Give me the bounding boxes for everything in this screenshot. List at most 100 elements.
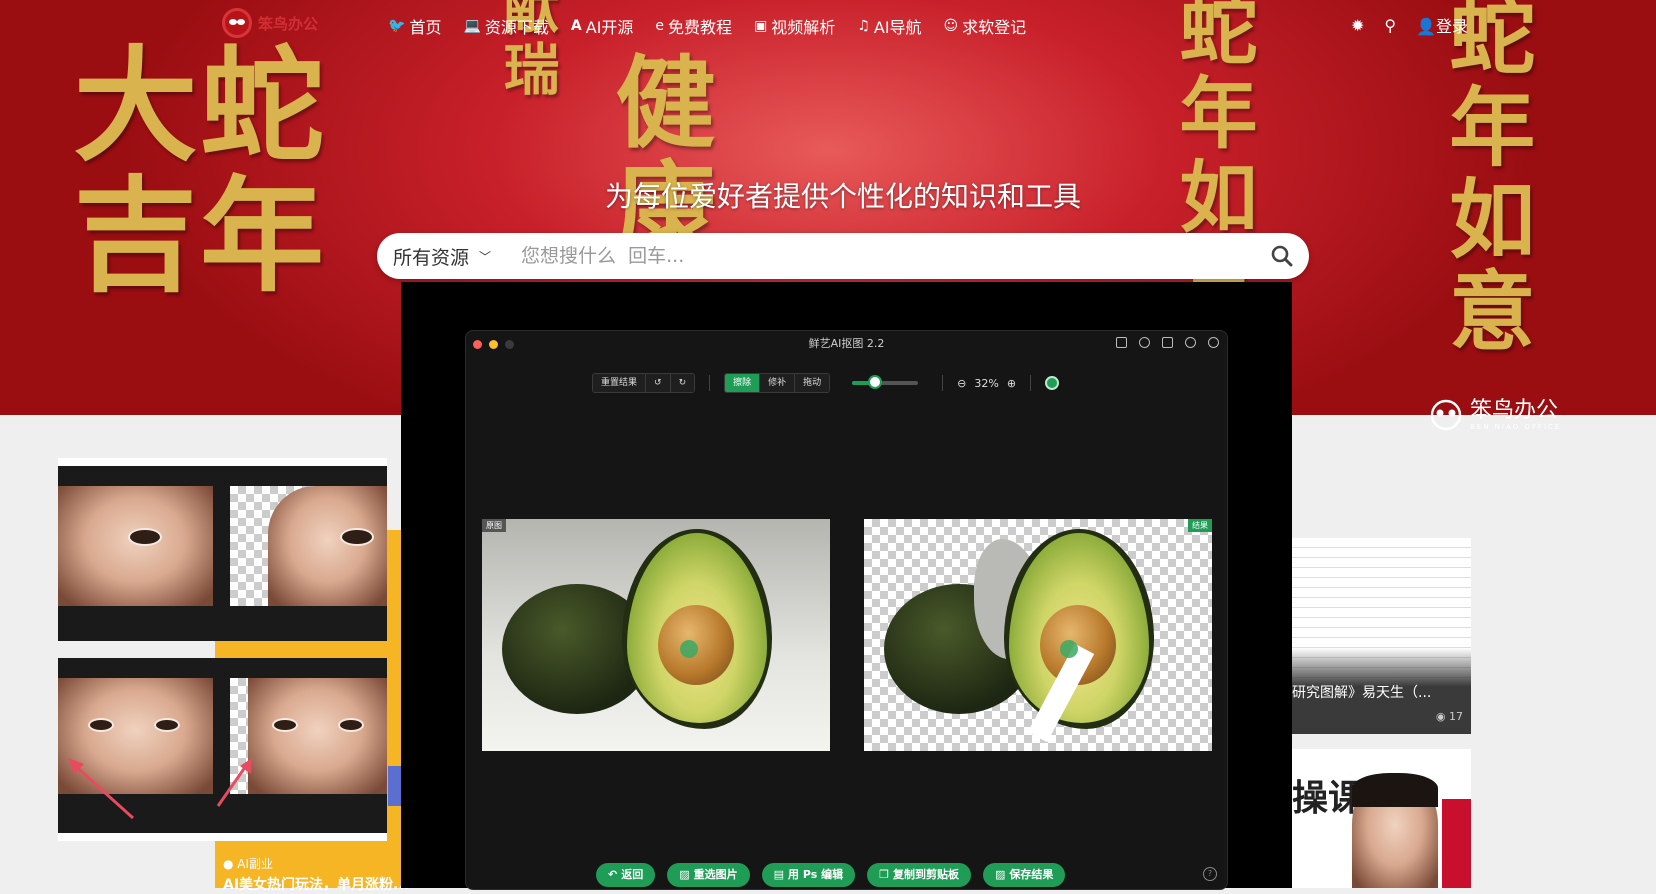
- save-icon: ▨: [994, 868, 1006, 881]
- brush-cursor: [680, 640, 698, 658]
- music-note-icon: ♫: [857, 18, 870, 34]
- nav-item-label: 视频解析: [771, 18, 836, 37]
- undo-icon[interactable]: ↺: [646, 374, 671, 392]
- banner-calligraphy-center: 健康: [598, 50, 716, 262]
- editor-toolbar: 重置结果 ↺ ↻ 擦除 修补 拖动 ⊖ 32% ⊕: [592, 373, 1060, 393]
- result-tag: 结果: [1188, 519, 1212, 532]
- redo-icon[interactable]: ↻: [670, 374, 695, 392]
- nav-item-label: 免费教程: [668, 18, 733, 37]
- search-category-label: 所有资源: [393, 246, 470, 269]
- window-tools: [1116, 337, 1219, 348]
- search-button[interactable]: [1271, 245, 1293, 267]
- login-link[interactable]: 👤登录: [1416, 13, 1468, 37]
- site-logo[interactable]: 笨鸟办公: [222, 8, 318, 38]
- banner-calligraphy-left: 蛇年大吉: [51, 40, 323, 300]
- copy-to-clipboard-button[interactable]: ❐ 复制到剪贴板: [867, 863, 971, 887]
- settings-icon[interactable]: [1208, 337, 1219, 348]
- blue-card-edge: [388, 766, 401, 806]
- eye-icon: ◉: [1435, 710, 1446, 723]
- reset-result-button[interactable]: 重置结果: [593, 374, 647, 392]
- nav-item-request[interactable]: ☺ 求软登记: [944, 14, 1027, 38]
- reselect-label: 重选图片: [693, 868, 738, 881]
- brush-cursor: [1060, 640, 1078, 658]
- login-label: 登录: [1435, 17, 1468, 36]
- mode-erase-button[interactable]: 擦除: [725, 374, 761, 392]
- copy-label: 复制到剪贴板: [892, 868, 959, 881]
- save-result-button[interactable]: ▨ 保存结果: [982, 863, 1066, 887]
- hero-tagline: 为每位爱好者提供个性化的知识和工具: [604, 180, 1081, 213]
- search-bar: 所有资源 ﹀: [377, 233, 1309, 279]
- face-photo: [58, 486, 213, 606]
- nav-item-label: 资源下载: [484, 18, 549, 37]
- card-category-tag: ● AI副业: [223, 857, 274, 871]
- right-card-2[interactable]: 操课: [1292, 749, 1471, 888]
- person-photo: [1352, 773, 1438, 888]
- logo-text: 笨鸟办公: [258, 14, 319, 33]
- search-icon: [1271, 245, 1293, 267]
- laptop-icon: 💻: [463, 18, 481, 34]
- brush-size-slider[interactable]: [852, 375, 919, 389]
- search-input[interactable]: [519, 244, 1271, 268]
- zoom-out-icon[interactable]: ⊖: [957, 377, 966, 390]
- home-icon[interactable]: [1116, 337, 1127, 348]
- zoom-in-icon[interactable]: ⊕: [1007, 377, 1016, 390]
- nav-item-downloads[interactable]: 💻 资源下载: [463, 14, 548, 38]
- hair-shape: [1352, 773, 1438, 807]
- image-icon: ▨: [679, 868, 690, 881]
- toolbar-divider: [1030, 375, 1032, 391]
- app-window: 鲜艺AI抠图 2.2 重置结果 ↺ ↻ 擦除 修补 拖动 ⊖ 32% ⊕ 原图 …: [465, 330, 1228, 890]
- original-tag: 原图: [482, 519, 506, 532]
- brand-watermark: 笨鸟办公 BEN NIAO OFFICE: [1428, 398, 1561, 432]
- back-button[interactable]: ↶ 返回: [596, 863, 656, 887]
- brand-watermark-subtext: BEN NIAO OFFICE: [1470, 423, 1562, 431]
- toolbar-divider: [942, 375, 944, 391]
- card-title: AI美女热门玩法，单月涨粉...: [223, 877, 409, 893]
- right-card-1[interactable]: 研究图解》易天生（... ◉ 17: [1292, 538, 1471, 734]
- bottom-action-bar: ↶ 返回 ▨ 重选图片 ▤ 用 Ps 编辑 ❐ 复制到剪贴板 ▨ 保存结果: [596, 863, 1066, 887]
- reselect-image-button[interactable]: ▨ 重选图片: [667, 863, 750, 887]
- original-image-panel[interactable]: 原图: [482, 519, 830, 751]
- red-arrow-icon: [68, 758, 252, 820]
- share-icon[interactable]: [1139, 337, 1150, 348]
- search-icon[interactable]: ⚲: [1384, 16, 1396, 35]
- nav-item-tutorials[interactable]: e 免费教程: [655, 14, 732, 38]
- nav-item-label: 求软登记: [962, 18, 1027, 37]
- mode-repair-button[interactable]: 修补: [760, 374, 796, 392]
- view-count-value: 17: [1449, 710, 1463, 723]
- mode-drag-button[interactable]: 拖动: [795, 374, 830, 392]
- nav-item-video[interactable]: ▣ 视频解析: [754, 14, 835, 38]
- translate-icon[interactable]: [1162, 337, 1173, 348]
- color-picker-icon[interactable]: [1045, 376, 1060, 390]
- smile-icon: ☺: [943, 18, 959, 34]
- logo-owl-icon: [222, 8, 252, 38]
- copy-icon: ❐: [879, 868, 889, 881]
- search-category-select[interactable]: 所有资源 ﹀: [393, 243, 491, 270]
- card-tag-label: AI副业: [237, 857, 274, 871]
- window-title: 鲜艺AI抠图 2.2: [808, 337, 885, 350]
- face-photo-cutout: [268, 486, 387, 606]
- zoom-level: 32%: [974, 376, 999, 390]
- edit-in-ps-label: 用 Ps 编辑: [788, 868, 844, 881]
- left-card-thumbnail-1[interactable]: [58, 458, 387, 641]
- result-image-panel[interactable]: 结果: [864, 519, 1212, 751]
- slider-knob[interactable]: [868, 375, 883, 389]
- nav-item-label: AI开源: [585, 18, 634, 37]
- ps-icon: ▤: [773, 868, 785, 881]
- nav-item-ai-open-source[interactable]: A AI开源: [571, 14, 634, 38]
- mode-group: 擦除 修补 拖动: [724, 373, 831, 393]
- edge-icon: e: [655, 18, 665, 34]
- nav-item-ai-nav[interactable]: ♫ AI导航: [857, 14, 921, 38]
- nav-right-tools: ✹ ⚲ 👤登录: [1351, 13, 1468, 37]
- zoom-control: ⊖ 32% ⊕: [957, 377, 1016, 390]
- moon-icon[interactable]: [1185, 337, 1196, 348]
- brand-watermark-text: 笨鸟办公: [1470, 398, 1559, 423]
- back-label: 返回: [621, 868, 644, 881]
- play-box-icon: ▣: [754, 18, 768, 34]
- theme-toggle-icon[interactable]: ✹: [1351, 16, 1364, 35]
- nav-item-home[interactable]: 🐦 首页: [388, 14, 441, 38]
- back-arrow-icon: ↶: [608, 868, 618, 881]
- left-card-thumbnail-2[interactable]: [58, 658, 387, 841]
- card-title: 研究图解》易天生（...: [1292, 685, 1432, 701]
- help-icon[interactable]: ?: [1203, 867, 1217, 881]
- edit-in-ps-button[interactable]: ▤ 用 Ps 编辑: [761, 863, 856, 887]
